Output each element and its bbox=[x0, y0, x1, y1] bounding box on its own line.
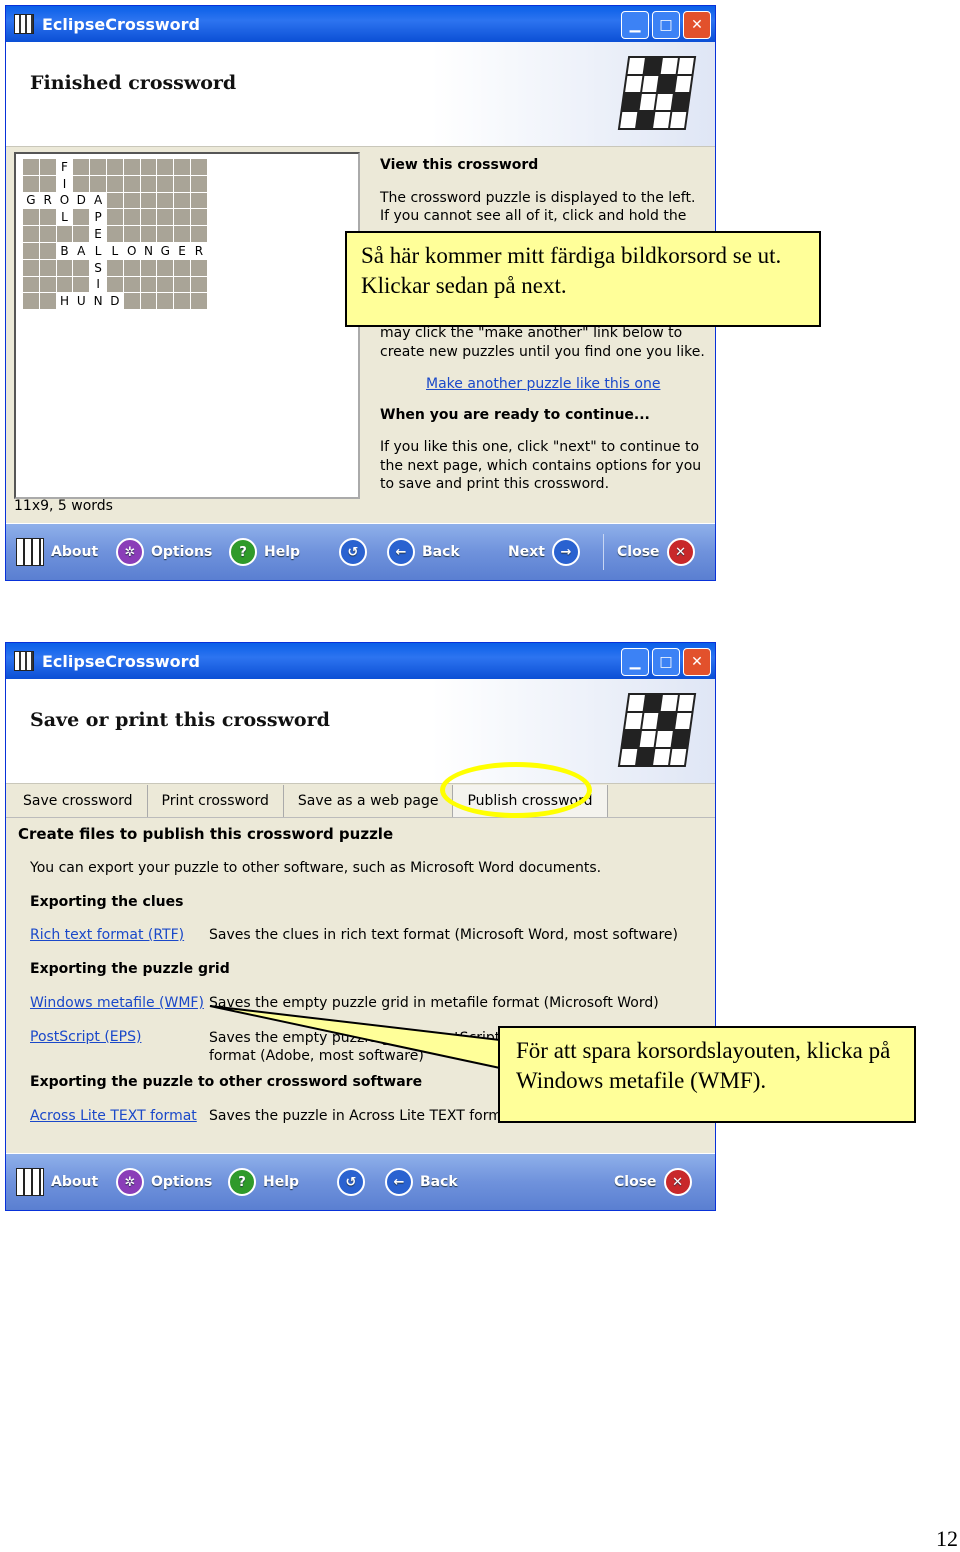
page-number: 12 bbox=[936, 1526, 958, 1551]
callout-annotation-2: För att spara korsordslayouten, klicka p… bbox=[498, 1026, 916, 1123]
callout-pointer bbox=[209, 1005, 501, 1070]
